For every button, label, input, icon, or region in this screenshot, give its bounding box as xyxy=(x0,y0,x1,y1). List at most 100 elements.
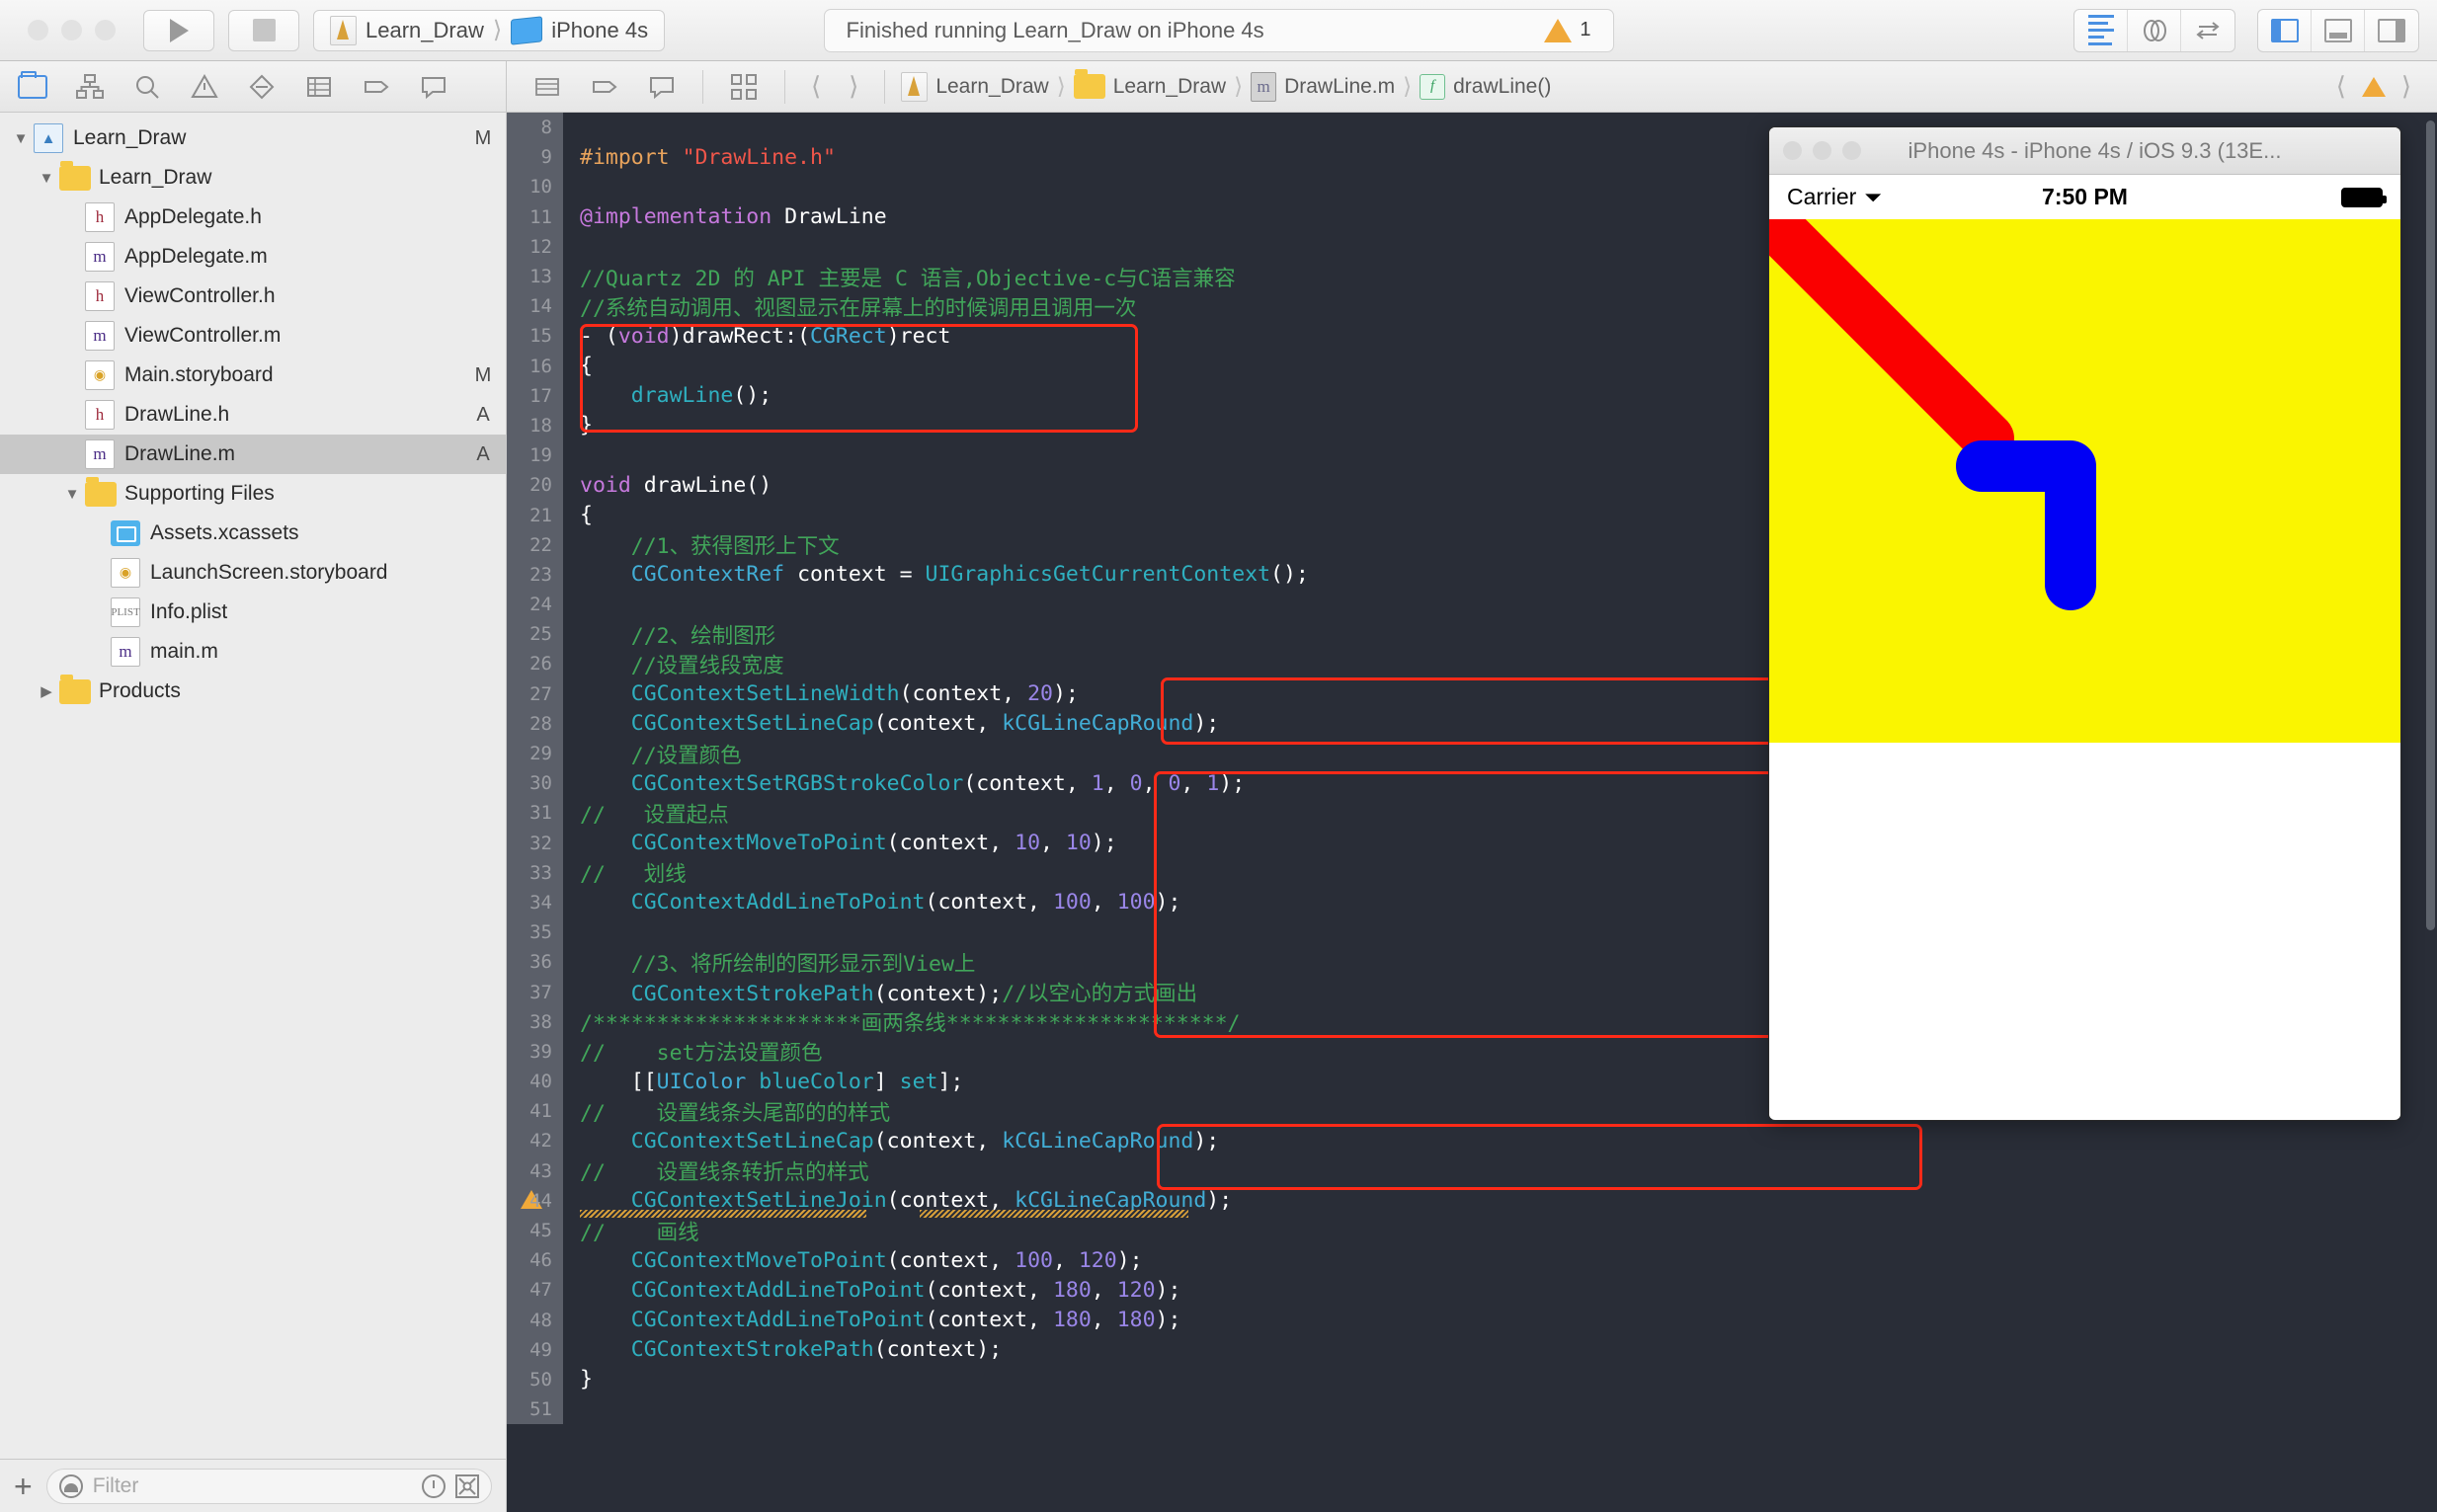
code-line[interactable]: 48 CGContextAddLineToPoint(context, 180,… xyxy=(507,1305,2437,1335)
grid-view-button[interactable] xyxy=(715,61,772,113)
symbol-navigator-tab[interactable] xyxy=(61,61,119,113)
code-text: - (void)drawRect:(CGRect)rect xyxy=(580,323,951,349)
minimize-window-button[interactable] xyxy=(61,20,82,40)
line-number: 16 xyxy=(529,355,552,377)
breadcrumb-symbol[interactable]: f drawLine() xyxy=(1416,73,1555,100)
bottom-panel-icon xyxy=(2323,18,2352,42)
stop-icon xyxy=(252,19,276,41)
project-file-tree[interactable]: ▼ ▲ Learn_Draw M ▼ Learn_Draw h AppDelegate.h m A… xyxy=(0,113,506,1459)
disclosure-triangle[interactable]: ▶ xyxy=(34,682,59,700)
file-tree-row[interactable]: ▼ ▲ Learn_Draw M xyxy=(0,119,506,158)
file-tree-row[interactable]: PLIST Info.plist xyxy=(0,593,506,632)
file-tree-row[interactable]: m ViewController.m xyxy=(0,316,506,356)
code-line[interactable]: 50} xyxy=(507,1364,2437,1395)
back-button[interactable]: ⟨ xyxy=(797,71,835,102)
editor-mode-segment[interactable] xyxy=(2073,8,2235,52)
stop-button[interactable] xyxy=(228,9,299,51)
warning-badge[interactable]: 1 xyxy=(1544,18,1591,42)
editor-vertical-scrollbar[interactable] xyxy=(2426,120,2435,930)
file-tree-row[interactable]: m main.m xyxy=(0,632,506,672)
standard-editor-button[interactable] xyxy=(2074,9,2128,51)
filter-placeholder: Filter xyxy=(92,1473,139,1497)
code-line[interactable]: 47 CGContextAddLineToPoint(context, 180,… xyxy=(507,1275,2437,1306)
run-button[interactable] xyxy=(143,9,214,51)
file-tree-row[interactable]: m AppDelegate.m xyxy=(0,237,506,277)
code-text: //系统自动调用、视图显示在屏幕上的时候调用且调用一次 xyxy=(580,295,1137,321)
warning-triangle-icon xyxy=(191,73,218,98)
code-text: /*********************画两条线**************… xyxy=(580,1011,1241,1037)
previous-issue-button[interactable]: ⟨ xyxy=(2322,71,2360,102)
toggle-utilities-button[interactable] xyxy=(2365,10,2418,51)
chevron-right-icon: ⟩ xyxy=(492,17,503,43)
file-tree-row[interactable]: ◉ LaunchScreen.storyboard xyxy=(0,553,506,593)
file-tree-row[interactable]: h AppDelegate.h xyxy=(0,198,506,237)
breakpoint-tag-button[interactable] xyxy=(576,61,633,113)
file-tree-row[interactable]: Assets.xcassets xyxy=(0,514,506,553)
scheme-selector[interactable]: Learn_Draw ⟩ iPhone 4s xyxy=(313,9,666,51)
assistant-editor-button[interactable] xyxy=(2128,9,2181,51)
file-tree-row[interactable]: m DrawLine.m A xyxy=(0,435,506,474)
next-issue-button[interactable]: ⟩ xyxy=(2388,71,2425,102)
file-tree-row[interactable]: ▼ Learn_Draw xyxy=(0,158,506,198)
warning-triangle-icon[interactable] xyxy=(2361,76,2386,97)
chevron-right-icon: ⟩ xyxy=(1234,73,1244,99)
code-line[interactable]: 49 CGContextStrokePath(context); xyxy=(507,1334,2437,1365)
forward-button[interactable]: ⟩ xyxy=(835,71,872,102)
code-text: CGContextSetLineCap(context, kCGLineCapR… xyxy=(630,711,1220,737)
code-line[interactable]: 45 // 画线 xyxy=(507,1215,2437,1246)
breadcrumb-file[interactable]: m DrawLine.m xyxy=(1247,71,1399,102)
toggle-debug-area-button[interactable] xyxy=(2312,9,2365,51)
code-text: } xyxy=(580,413,593,438)
source-control-filter-icon[interactable] xyxy=(455,1473,479,1498)
code-text: //设置线段宽度 xyxy=(630,653,784,678)
minimize-window-button[interactable] xyxy=(1813,141,1831,160)
view-panels-segment[interactable] xyxy=(2257,8,2419,52)
breadcrumb-project[interactable]: Learn_Draw xyxy=(897,71,1052,102)
code-text: //3、将所绘制的图形显示到View上 xyxy=(630,951,976,977)
file-tree-row[interactable]: h ViewController.h xyxy=(0,277,506,316)
test-navigator-tab[interactable] xyxy=(233,61,290,113)
disclosure-triangle[interactable]: ▼ xyxy=(8,130,34,147)
code-line[interactable]: 43 // 设置线条转折点的样式 xyxy=(507,1155,2437,1186)
file-tree-row[interactable]: h DrawLine.h A xyxy=(0,395,506,435)
code-line[interactable]: 51 xyxy=(507,1394,2437,1425)
breakpoint-navigator-tab[interactable] xyxy=(348,61,405,113)
filter-field[interactable]: Filter xyxy=(45,1468,492,1504)
recent-files-icon[interactable] xyxy=(422,1473,446,1498)
project-navigator-tab[interactable] xyxy=(4,61,61,113)
warning-squiggle xyxy=(920,1210,1188,1218)
simulator-window[interactable]: iPhone 4s - iPhone 4s / iOS 9.3 (13E... … xyxy=(1768,126,2401,1121)
issue-navigator-tab[interactable] xyxy=(176,61,233,113)
file-tree-row[interactable]: ◉ Main.storyboard M xyxy=(0,356,506,395)
breadcrumb-group[interactable]: Learn_Draw xyxy=(1070,69,1230,99)
list-icon xyxy=(307,76,331,97)
disclosure-triangle[interactable]: ▼ xyxy=(59,486,85,503)
add-item-button[interactable]: + xyxy=(14,1471,33,1502)
line-number: 10 xyxy=(529,176,552,199)
line-number: 9 xyxy=(540,146,552,169)
toggle-navigator-button[interactable] xyxy=(2258,9,2312,51)
scm-status-badge: A xyxy=(476,403,490,426)
version-editor-button[interactable] xyxy=(2181,10,2234,51)
source-file-icon: m xyxy=(85,439,115,469)
disclosure-triangle[interactable]: ▼ xyxy=(34,170,59,187)
source-file-icon: m xyxy=(111,637,140,667)
code-line[interactable]: 46 CGContextMoveToPoint(context, 100, 12… xyxy=(507,1245,2437,1276)
scheme-project-label: Learn_Draw xyxy=(366,17,484,42)
window-controls[interactable] xyxy=(18,20,129,40)
close-window-button[interactable] xyxy=(28,20,48,40)
find-navigator-tab[interactable] xyxy=(119,61,176,113)
comment-button[interactable] xyxy=(633,61,690,113)
debug-navigator-tab[interactable] xyxy=(290,61,348,113)
related-items-button[interactable] xyxy=(519,61,576,113)
file-tree-row[interactable]: ▼ Supporting Files xyxy=(0,474,506,514)
report-navigator-tab[interactable] xyxy=(405,61,462,113)
zoom-window-button[interactable] xyxy=(95,20,116,40)
zoom-window-button[interactable] xyxy=(1842,141,1861,160)
code-line[interactable]: 42 CGContextSetLineCap(context, kCGLineC… xyxy=(507,1126,2437,1156)
close-window-button[interactable] xyxy=(1783,141,1802,160)
line-number: 14 xyxy=(529,295,552,318)
code-text: // set方法设置颜色 xyxy=(580,1041,823,1067)
file-name-label: Learn_Draw xyxy=(99,166,212,189)
file-tree-row[interactable]: ▶ Products xyxy=(0,672,506,711)
